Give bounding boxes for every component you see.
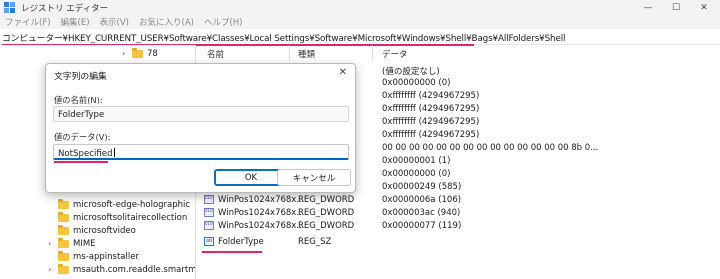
cancel-button[interactable]: キャンセル	[277, 169, 351, 186]
tree-item[interactable]: › 78	[122, 47, 158, 60]
tree-item[interactable]: ms-appinstaller	[48, 250, 139, 263]
tree-item-label: microsoft-edge-holographic	[73, 199, 191, 210]
column-divider[interactable]	[289, 45, 290, 61]
folder-icon	[58, 237, 69, 248]
folder-icon	[132, 47, 143, 58]
folder-icon	[58, 263, 69, 274]
chevron-right-icon[interactable]: ›	[122, 49, 130, 58]
value-data: 0xffffffff (4294967295)	[382, 91, 480, 101]
column-divider[interactable]	[372, 45, 373, 61]
menu-help[interactable]: ヘルプ(H)	[199, 16, 248, 28]
value-data: 0x00000000 (0)	[382, 169, 451, 179]
minimize-icon[interactable]: —	[634, 0, 662, 15]
value-data: 0x0000006a (106)	[382, 195, 462, 205]
menu-edit[interactable]: 編集(E)	[56, 16, 95, 28]
text-caret	[113, 148, 115, 157]
value-data: (値の設定なし)	[382, 67, 440, 77]
value-type: REG_SZ	[298, 237, 332, 247]
table-row[interactable]: WinPos1024x768x... REG_DWORD 0x000003ac …	[197, 207, 720, 220]
reg-dword-icon	[204, 221, 214, 230]
dialog-title: 文字列の編集	[54, 72, 107, 82]
tree-item-label: microsoftvideo	[73, 225, 136, 236]
value-name-field: FolderType	[53, 106, 349, 122]
value-data-highlight-underline	[54, 161, 108, 163]
value-data-label: 値のデータ(V):	[54, 132, 111, 142]
foldertype-highlight-underline	[202, 251, 262, 253]
tree-item-label: microsoftsolitairecollection	[73, 212, 188, 223]
chevron-right-icon[interactable]: ›	[48, 265, 56, 274]
tree-item-label: MIME	[73, 238, 96, 249]
folder-icon	[58, 198, 69, 209]
value-type: REG_DWORD	[298, 208, 355, 218]
value-data: 0xffffffff (4294967295)	[382, 130, 480, 140]
value-name-text: FolderType	[58, 110, 105, 120]
value-name: WinPos1024x768x...	[218, 221, 305, 231]
value-data: 0xffffffff (4294967295)	[382, 104, 480, 114]
chevron-right-icon[interactable]: ›	[48, 239, 56, 248]
value-data: 0x00000249 (585)	[382, 182, 462, 192]
address-bar[interactable]: コンピューター¥HKEY_CURRENT_USER¥Software¥Class…	[0, 31, 720, 45]
value-data: 00 00 00 00 00 00 00 00 00 00 00 00 00 0…	[382, 143, 599, 153]
folder-icon	[58, 211, 69, 222]
tree-item[interactable]: microsoftvideo	[48, 224, 136, 237]
column-header-data[interactable]: データ	[382, 48, 408, 60]
value-data: 0x00000000 (0)	[382, 78, 451, 88]
edit-string-dialog: 文字列の編集 ✕ 値の名前(N): FolderType 値のデータ(V): N…	[45, 63, 356, 193]
value-name: WinPos1024x768x...	[218, 195, 305, 205]
table-row[interactable]: WinPos1024x768x... REG_DWORD 0x00000077 …	[197, 220, 720, 233]
value-data: 0x00000001 (1)	[382, 156, 451, 166]
menu-bar: ファイル(F) 編集(E) 表示(V) お気に入り(A) ヘルプ(H)	[0, 15, 720, 29]
tree-item[interactable]: › MIME	[48, 237, 96, 250]
tree-item[interactable]: microsoftsolitairecollection	[48, 211, 187, 224]
tree-item[interactable]: microsoft-edge-holographic	[48, 198, 190, 211]
table-row[interactable]: WinPos1024x768x... REG_DWORD 0x0000006a …	[197, 194, 720, 207]
value-data-input[interactable]: NotSpecified	[53, 144, 349, 160]
value-name: FolderType	[218, 237, 264, 247]
value-name: WinPos1024x768x...	[218, 208, 305, 218]
folder-icon	[58, 250, 69, 261]
reg-dword-icon	[204, 208, 214, 217]
maximize-icon[interactable]: ☐	[662, 0, 690, 15]
tree-item-label: 78	[147, 48, 158, 59]
tree-item-label: msauth.com.readdle.smartma	[73, 264, 196, 275]
title-bar: レジストリ エディター — ☐ ✕	[0, 0, 720, 15]
value-name-label: 値の名前(N):	[54, 95, 103, 105]
menu-favorites[interactable]: お気に入り(A)	[134, 16, 199, 28]
value-data: 0xffffffff (4294967295)	[382, 117, 480, 127]
value-type: REG_DWORD	[298, 221, 355, 231]
window-title: レジストリ エディター	[21, 3, 109, 14]
regedit-app-icon	[4, 2, 15, 13]
column-header-type[interactable]: 種類	[298, 48, 315, 60]
reg-dword-icon	[204, 195, 214, 204]
reg-sz-icon	[204, 237, 214, 246]
value-data-text: NotSpecified	[58, 149, 113, 159]
tree-item[interactable]: › msauth.com.readdle.smartma	[48, 263, 196, 276]
close-icon[interactable]: ✕	[339, 67, 347, 78]
value-data: 0x000003ac (940)	[382, 208, 461, 218]
folder-icon	[58, 224, 69, 235]
value-data: 0x00000077 (119)	[382, 221, 462, 231]
close-icon[interactable]: ✕	[690, 0, 718, 15]
value-type: REG_DWORD	[298, 195, 355, 205]
tree-item-label: ms-appinstaller	[73, 251, 139, 262]
menu-view[interactable]: 表示(V)	[95, 16, 134, 28]
menu-file[interactable]: ファイル(F)	[0, 16, 56, 28]
column-header-name[interactable]: 名前	[207, 48, 224, 60]
table-row-foldertype[interactable]: FolderType REG_SZ	[197, 236, 720, 249]
